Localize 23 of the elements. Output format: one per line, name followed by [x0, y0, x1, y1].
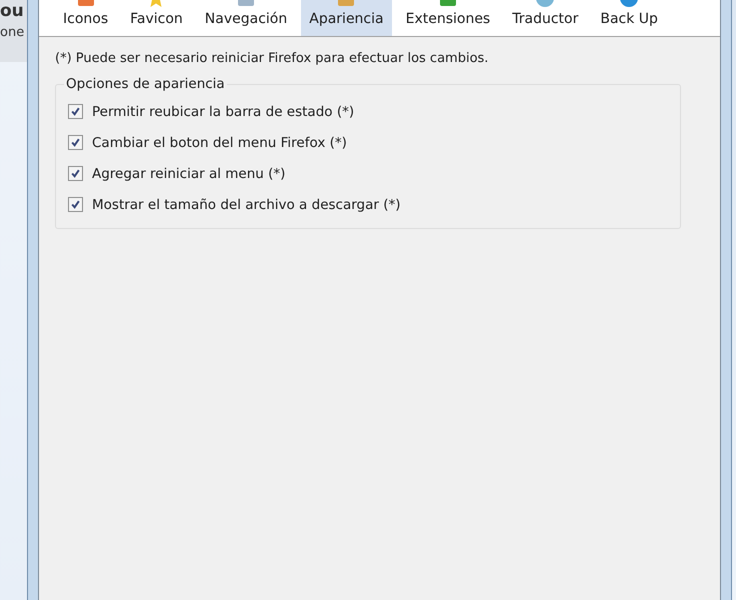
checkbox[interactable]: [68, 104, 83, 119]
option-label: Agregar reiniciar al menu (*): [92, 166, 286, 182]
toolbar-tab[interactable]: Traductor: [504, 0, 586, 36]
toolbar-tab[interactable]: Favicon: [122, 0, 191, 36]
toolbar-tab[interactable]: Back Up: [592, 0, 666, 36]
toolbar-tab[interactable]: Navegación: [196, 0, 296, 36]
checkbox[interactable]: [68, 135, 83, 150]
check-icon: [70, 199, 81, 210]
check-icon: [70, 137, 81, 148]
toolbar-tab[interactable]: Apariencia: [301, 0, 392, 36]
group-title: Opciones de apariencia: [65, 76, 226, 92]
check-icon: [70, 168, 81, 179]
restart-note: (*) Puede ser necesario reiniciar Firefox para efectuar los cambios.: [55, 51, 490, 66]
checkbox[interactable]: [68, 166, 83, 181]
window-title: ou: [0, 1, 25, 21]
option-label: Permitir reubicar la barra de estado (*): [92, 104, 354, 120]
toolbar-tab[interactable]: Iconos: [55, 0, 116, 36]
checkbox[interactable]: [68, 197, 83, 212]
option-label: Mostrar el tamaño del archivo a descargar (*): [92, 196, 401, 212]
window-label: one: [0, 25, 26, 40]
option-label: Cambiar el boton del menu Firefox (*): [92, 134, 347, 150]
check-icon: [70, 106, 81, 117]
toolbar-tab[interactable]: Extensiones: [398, 0, 498, 36]
